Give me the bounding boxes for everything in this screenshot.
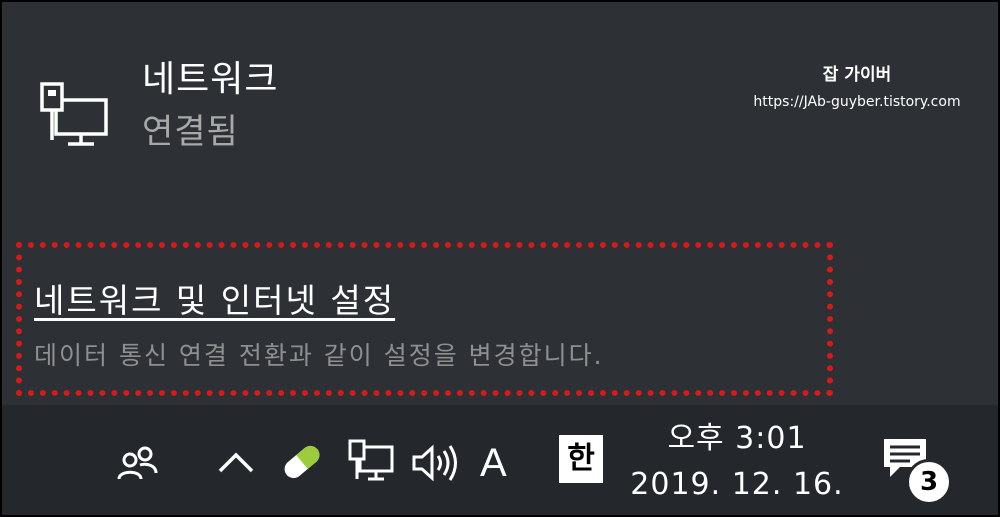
people-icon[interactable] <box>114 443 162 483</box>
clock-time: 오후 3:01 <box>667 421 807 456</box>
chevron-up-icon[interactable] <box>216 449 256 475</box>
settings-highlight-box: 네트워크 및 인터넷 설정 데이터 통신 연결 전환과 같이 설정을 변경합니다… <box>16 242 833 396</box>
network-connection-item[interactable]: 네트워크 연결됨 <box>26 42 426 162</box>
ethernet-monitor-icon <box>34 78 112 156</box>
notification-count-badge: 3 <box>906 459 952 505</box>
network-flyout: 네트워크 연결됨 잡 가이버 https://JAb-guyber.tistor… <box>2 2 998 405</box>
screenshot-frame: 네트워크 연결됨 잡 가이버 https://JAb-guyber.tistor… <box>0 0 1000 517</box>
network-icon[interactable] <box>346 437 396 487</box>
clock-date: 2019. 12. 16. <box>630 467 844 502</box>
taskbar-clock[interactable]: 오후 3:01 2019. 12. 16. <box>622 413 852 502</box>
watermark-title: 잡 가이버 <box>822 65 892 85</box>
network-settings-link[interactable]: 네트워크 및 인터넷 설정 <box>34 274 395 322</box>
battery-pill-icon[interactable] <box>274 439 330 485</box>
network-title: 네트워크 <box>142 59 279 100</box>
blog-watermark: 잡 가이버 https://JAb-guyber.tistory.com <box>747 60 967 110</box>
network-status: 연결됨 <box>142 112 239 152</box>
input-language-indicator[interactable]: A <box>480 441 507 486</box>
volume-icon[interactable] <box>410 441 462 485</box>
ime-mode-indicator[interactable]: 한 <box>559 435 603 483</box>
watermark-url: https://JAb-guyber.tistory.com <box>753 94 961 110</box>
network-settings-description: 데이터 통신 연결 전환과 같이 설정을 변경합니다. <box>34 341 604 370</box>
taskbar: A 한 오후 3:01 2019. 12. 16. 3 <box>2 405 998 515</box>
